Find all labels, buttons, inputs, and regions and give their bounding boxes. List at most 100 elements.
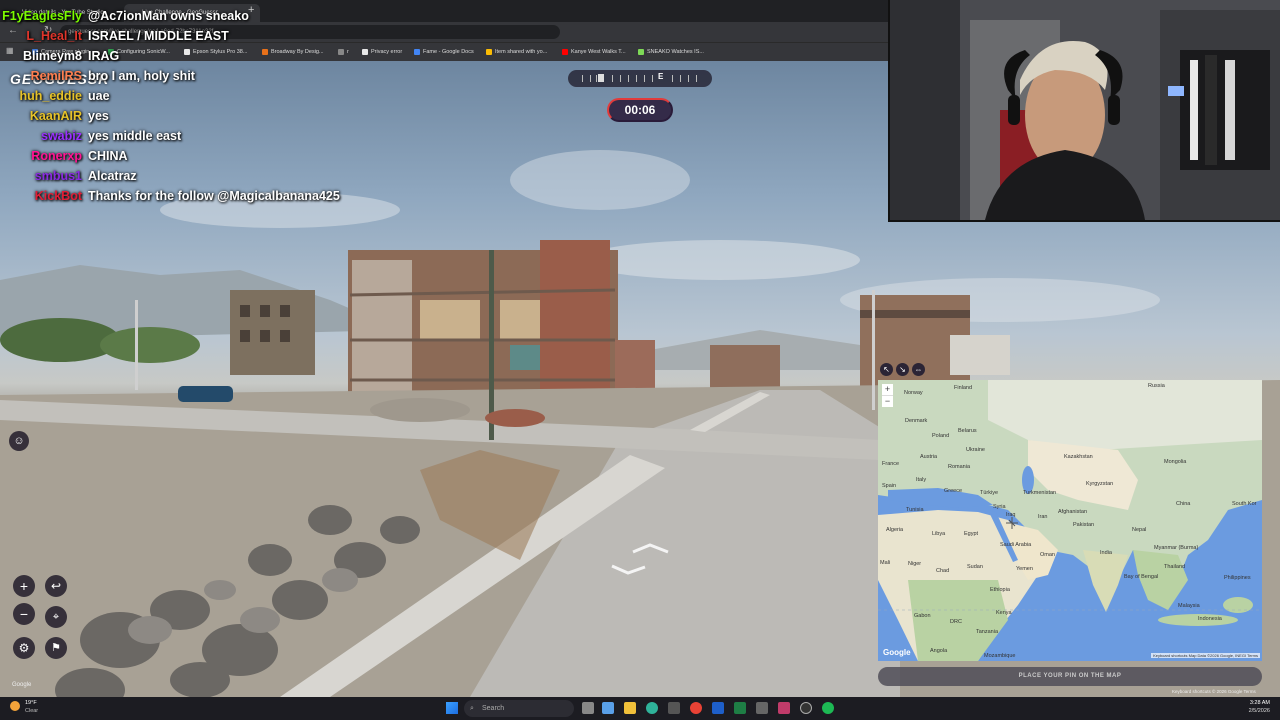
- emote-button[interactable]: ☺: [9, 431, 29, 451]
- map-label: Iran: [1038, 514, 1048, 520]
- map-label: Syria: [993, 504, 1006, 510]
- search-placeholder: Search: [482, 705, 505, 712]
- bookmark-label: r: [347, 49, 349, 55]
- chat-text: uae: [88, 89, 110, 103]
- chat-message: huh_eddie uae: [0, 86, 110, 106]
- edge-icon[interactable]: [646, 702, 658, 714]
- round-timer: 00:06: [607, 98, 673, 122]
- chat-username: smbus1: [34, 169, 82, 183]
- bookmark-label: Kanye West Walks T...: [571, 49, 626, 55]
- map-label: Kenya: [996, 610, 1012, 616]
- map-label: Angola: [930, 648, 948, 654]
- excel-icon[interactable]: [734, 702, 746, 714]
- bookmark-label: Configuring SonicW...: [117, 49, 170, 55]
- webcam-feed: [888, 0, 1280, 222]
- bookmark-label: Item shared with yo...: [495, 49, 548, 55]
- browser-icon[interactable]: [602, 702, 614, 714]
- chat-username: swabiz: [41, 129, 82, 143]
- chat-text: Alcatraz: [88, 169, 137, 183]
- map-label: South Kor: [1232, 501, 1257, 507]
- return-to-start-button[interactable]: ⌖: [45, 606, 67, 628]
- photoshop-icon[interactable]: [712, 702, 724, 714]
- pin-map-icon[interactable]: ⇔: [912, 363, 925, 376]
- zoom-in-button[interactable]: +: [13, 575, 35, 597]
- chrome-icon[interactable]: [690, 702, 702, 714]
- chat-username: Blimeym8: [22, 49, 82, 63]
- chat-message: smbus1 Alcatraz: [0, 166, 137, 186]
- map-label: Romania: [948, 464, 971, 470]
- map-label: Denmark: [905, 418, 928, 424]
- map-label: Iraq: [1006, 512, 1016, 518]
- map-label: Tanzania: [976, 629, 999, 635]
- search-icon: ⌕: [470, 705, 474, 712]
- task-view-icon[interactable]: [582, 702, 594, 714]
- file-explorer-icon[interactable]: [624, 702, 636, 714]
- map-label: Ethiopia: [990, 587, 1010, 593]
- map-label: China: [1176, 501, 1191, 507]
- slack-icon[interactable]: [778, 702, 790, 714]
- map-label: Oman: [1040, 552, 1055, 558]
- weather-condition: Clear: [25, 708, 39, 714]
- map-label: Italy: [916, 477, 927, 483]
- map-zoom-out-icon[interactable]: −: [882, 395, 893, 407]
- map-google-logo: Google: [883, 648, 911, 657]
- map-label: India: [1100, 550, 1112, 556]
- streamer-webcam-image: [890, 0, 1280, 220]
- zoom-out-button[interactable]: −: [13, 603, 35, 625]
- map-label: Austria: [920, 454, 938, 460]
- clock-time: 3:28 AM: [1249, 700, 1270, 706]
- shrink-map-icon[interactable]: ↘: [896, 363, 909, 376]
- spotify-icon[interactable]: [822, 702, 834, 714]
- chat-text: CHINA: [88, 149, 128, 163]
- map-label: Indonesia: [1198, 616, 1222, 622]
- chat-message: KickBot Thanks for the follow @Magicalban…: [0, 186, 340, 206]
- map-label: DRC: [950, 619, 962, 625]
- map-label: Afghanistan: [1058, 509, 1088, 515]
- windows-taskbar: 19°F Clear ⌕ Search 3:28 AM 2/5/2026: [0, 697, 1280, 720]
- bookmark[interactable]: r: [338, 46, 349, 58]
- map-label: Mozambique: [984, 653, 1016, 659]
- map-label: Chad: [936, 568, 950, 574]
- guess-map[interactable]: Finland Russia Norway Denmark Belarus Po…: [878, 380, 1262, 661]
- chat-message: F1yEaglesFly @Ac7ionMan owns sneako: [0, 6, 249, 26]
- bookmark[interactable]: Epson Stylus Pro 38...: [184, 46, 247, 58]
- chat-username: Ronerxp: [31, 149, 82, 163]
- map-label: Saudi Arabia: [1000, 542, 1032, 548]
- settings-button[interactable]: ⚙: [13, 637, 35, 659]
- chat-username: RemilRS: [30, 69, 82, 83]
- map-label: Nepal: [1132, 527, 1147, 533]
- taskbar-search[interactable]: ⌕ Search: [464, 700, 574, 717]
- map-label: Malaysia: [1178, 603, 1200, 609]
- chat-message: RemilRS bro I am, holy shit: [0, 66, 195, 86]
- map-label: Algeria: [886, 527, 904, 533]
- chat-message: L_Heal_It ISRAEL / MIDDLE EAST: [0, 26, 228, 46]
- compass-marker-icon: [598, 74, 604, 82]
- map-footer: Keyboard shortcuts Map Data ©2026 Google…: [1151, 653, 1260, 658]
- map-zoom-in-icon[interactable]: +: [882, 384, 893, 395]
- expand-map-icon[interactable]: ↖: [880, 363, 893, 376]
- map-label: Niger: [908, 561, 922, 567]
- guess-button[interactable]: PLACE YOUR PIN ON THE MAP: [878, 667, 1262, 686]
- chat-message: KaanAIR yes: [0, 106, 109, 126]
- chat-username: KickBot: [34, 189, 82, 203]
- bookmark[interactable]: Broadway By Desig...: [262, 46, 324, 58]
- chat-text: Thanks for the follow @Magicalbanana425: [88, 189, 340, 203]
- bookmark[interactable]: Fame - Google Docs: [414, 46, 474, 58]
- flag-button[interactable]: ⚑: [45, 637, 67, 659]
- start-icon[interactable]: [446, 702, 458, 714]
- store-icon[interactable]: [668, 702, 680, 714]
- map-label: Thailand: [1164, 564, 1186, 570]
- bookmark[interactable]: Kanye West Walks T...: [562, 46, 626, 58]
- chat-username: F1yEaglesFly: [2, 9, 82, 23]
- map-label: Norway: [904, 390, 923, 396]
- bookmark[interactable]: SNEAKO Watches IS...: [638, 46, 704, 58]
- chat-username: KaanAIR: [29, 109, 82, 123]
- undo-move-button[interactable]: ↩: [45, 575, 67, 597]
- chat-message: swabiz yes middle east: [0, 126, 181, 146]
- app-icon[interactable]: [756, 702, 768, 714]
- chat-text: IRAG: [88, 49, 120, 63]
- bookmark[interactable]: Item shared with yo...: [486, 46, 547, 58]
- obs-icon[interactable]: [800, 702, 812, 714]
- map-label: Philippines: [1224, 575, 1251, 581]
- bookmark[interactable]: Privacy error: [362, 46, 402, 58]
